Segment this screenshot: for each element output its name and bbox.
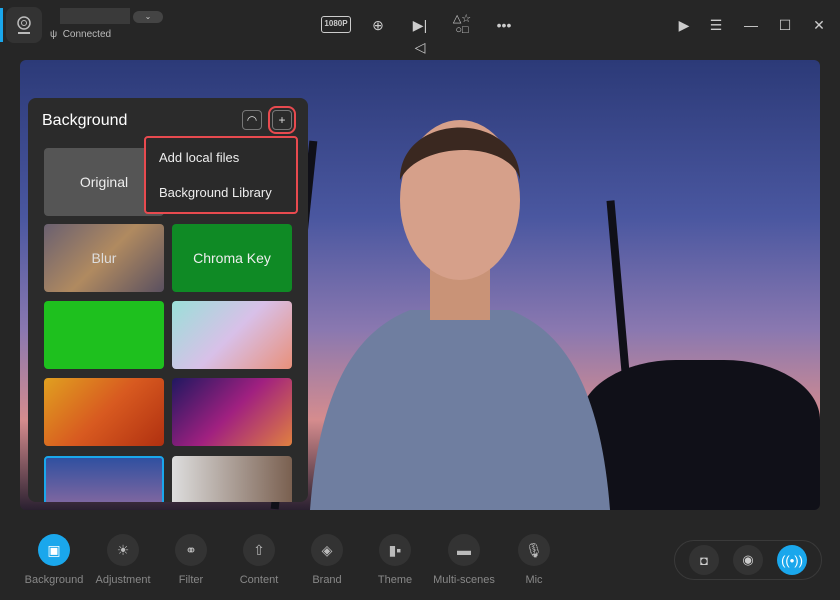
filter-icon: ⚭: [175, 534, 207, 566]
connection-status: ψ Connected: [50, 29, 112, 40]
theme-icon: ▮▪: [379, 534, 411, 566]
resolution-button[interactable]: 1080P: [321, 16, 351, 33]
webcam-icon[interactable]: [6, 7, 42, 43]
shapes-icon[interactable]: △☆ ○□: [451, 14, 473, 36]
sun-icon: ☀: [107, 534, 139, 566]
tool-background[interactable]: ▣ Background: [14, 534, 94, 586]
live-icon[interactable]: ((•)): [777, 545, 807, 575]
image-icon: ▣: [38, 534, 70, 566]
person: [310, 120, 610, 510]
tag-icon: ◈: [311, 534, 343, 566]
tile-gradient[interactable]: [172, 378, 292, 446]
tile-chroma-key[interactable]: Chroma Key: [172, 224, 292, 292]
accent-bar: [0, 8, 3, 42]
tile-palms[interactable]: [44, 456, 164, 502]
add-menu: Add local files Background Library: [144, 136, 298, 214]
tool-mic[interactable]: 🎙 Mic: [494, 534, 574, 586]
maximize-icon[interactable]: ☐: [774, 14, 796, 36]
tile-room[interactable]: [172, 456, 292, 502]
scenes-icon: ▬: [448, 534, 480, 566]
usb-icon: ψ: [50, 29, 58, 40]
device-dropdown[interactable]: ⌄: [133, 11, 163, 23]
tile-orange[interactable]: [44, 378, 164, 446]
menu-add-local-files[interactable]: Add local files: [159, 150, 239, 165]
tool-multi-scenes[interactable]: ▬ Multi-scenes: [424, 534, 504, 586]
camera-icon[interactable]: ◘: [689, 545, 719, 575]
speed-icon[interactable]: ◠: [242, 110, 262, 130]
mic-icon: 🎙: [518, 534, 550, 566]
chevron-down-icon: ⌄: [144, 12, 152, 21]
device-name: [60, 8, 130, 24]
menu-icon[interactable]: ☰: [705, 14, 727, 36]
tile-blur[interactable]: Blur: [44, 224, 164, 292]
more-icon[interactable]: •••: [493, 14, 515, 36]
tile-green[interactable]: [44, 301, 164, 369]
upload-icon: ⇧: [243, 534, 275, 566]
tile-pastel[interactable]: [172, 301, 292, 369]
capture-controls: ◘ ◉ ((•)): [674, 540, 822, 580]
panel-title: Background: [42, 112, 128, 129]
close-icon[interactable]: ✕: [808, 14, 830, 36]
record-icon[interactable]: ◉: [733, 545, 763, 575]
add-button[interactable]: +: [268, 106, 296, 134]
play-icon[interactable]: ▶: [673, 14, 695, 36]
title-bar: ⌄ ψ Connected 1080P ⊕ ▶|◁ △☆ ○□ ••• ▶ ☰ —…: [0, 0, 840, 55]
zoom-in-icon[interactable]: ⊕: [367, 14, 389, 36]
minimize-icon[interactable]: —: [740, 14, 762, 36]
menu-background-library[interactable]: Background Library: [159, 185, 272, 200]
mirror-icon[interactable]: ▶|◁: [409, 14, 431, 55]
tool-theme[interactable]: ▮▪ Theme: [355, 534, 435, 586]
